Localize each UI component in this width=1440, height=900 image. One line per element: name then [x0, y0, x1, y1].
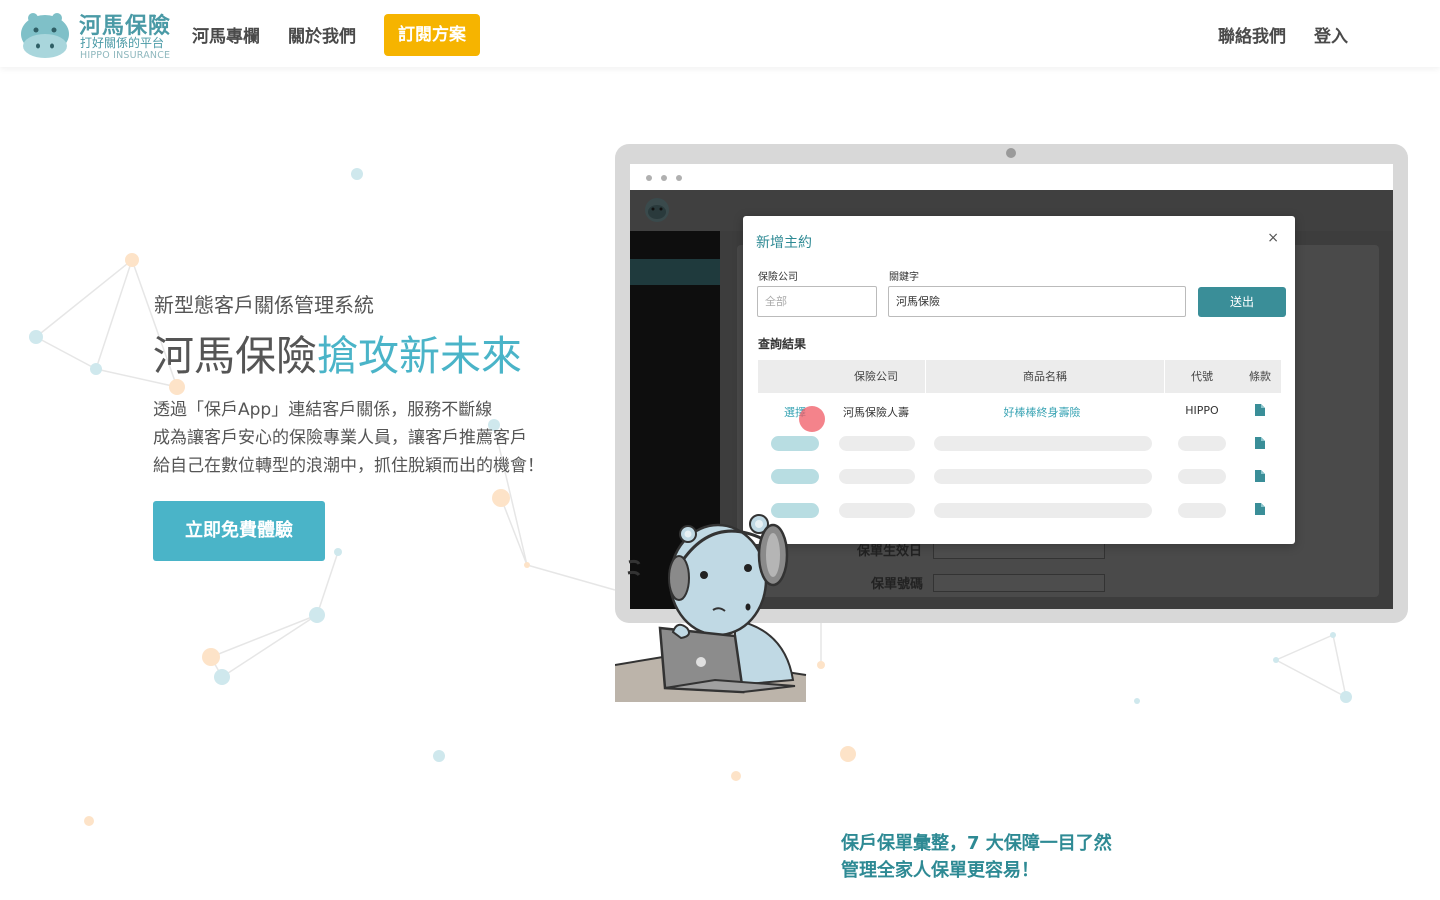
nav-link-about[interactable]: 關於我們	[288, 22, 356, 47]
hero-subtitle: 新型態客戶關係管理系統	[154, 293, 374, 317]
document-icon[interactable]	[1255, 470, 1265, 482]
document-icon[interactable]	[1255, 437, 1265, 449]
bg-form-label: 保單號碼	[871, 577, 924, 592]
click-indicator	[799, 406, 825, 432]
skeleton-cell	[934, 436, 1152, 451]
company-cell: 河馬保險人壽	[843, 406, 909, 419]
hero-description: 透過「保戶App」連結客戶關係，服務不斷線 成為讓客戶安心的保險專業人員，讓客戶…	[153, 396, 544, 480]
window-dot-icon	[646, 175, 652, 181]
submit-button[interactable]: 送出	[1198, 287, 1286, 317]
skeleton-cell	[839, 436, 915, 451]
column-header: 條款	[1249, 370, 1271, 383]
skeleton-cell	[1178, 469, 1226, 484]
keyword-label: 關鍵字	[889, 272, 919, 283]
feature-line: 保戶保單彙整，7 大保障一目了然	[841, 833, 1112, 854]
app-avatar-icon	[645, 198, 669, 222]
app-sidebar-active-item	[630, 259, 720, 285]
hero-title-highlight: 搶攻新未來	[317, 332, 522, 380]
nav-link-login[interactable]: 登入	[1314, 22, 1348, 47]
column-header: 商品名稱	[1023, 370, 1067, 383]
column-header: 保險公司	[854, 370, 898, 383]
company-label: 保險公司	[758, 272, 798, 283]
code-cell: HIPPO	[1185, 404, 1219, 417]
feature-line: 管理全家人保單更容易！	[841, 860, 1039, 881]
brand-english-name: HIPPO INSURANCE	[80, 50, 171, 61]
hero-title-plain: 河馬保險	[153, 332, 317, 380]
modal-title: 新增主約	[756, 235, 812, 251]
document-icon[interactable]	[1255, 404, 1265, 416]
window-dot-icon	[676, 175, 682, 181]
skeleton-cell	[839, 469, 915, 484]
document-icon[interactable]	[1255, 503, 1265, 515]
hero-title: 河馬保險搶攻新未來	[153, 322, 522, 382]
skeleton-cell	[839, 503, 915, 518]
hero-description-line: 透過「保戶App」連結客戶關係，服務不斷線	[153, 400, 493, 420]
free-trial-button[interactable]: 立即免費體驗	[153, 501, 325, 561]
browser-bar	[630, 164, 1393, 190]
hippo-logo-icon	[21, 13, 69, 58]
close-icon[interactable]: ×	[1267, 230, 1279, 246]
column-header: 代號	[1191, 370, 1213, 383]
skeleton-cell	[771, 436, 819, 451]
nav-link-contact[interactable]: 聯絡我們	[1218, 22, 1286, 47]
keyword-input[interactable]: 河馬保險	[888, 286, 1186, 317]
hero-description-line: 成為讓客戶安心的保險專業人員，讓客戶推薦客戶	[153, 428, 527, 448]
hero-description-line: 給自己在數位轉型的浪潮中，抓住脫穎而出的機會！	[153, 456, 544, 476]
skeleton-cell	[1178, 436, 1226, 451]
nav-link-column[interactable]: 河馬專欄	[192, 22, 260, 47]
feature-highlight-text: 保戶保單彙整，7 大保障一目了然 管理全家人保單更容易！	[841, 830, 1112, 884]
results-title: 查詢結果	[758, 337, 807, 351]
company-select[interactable]: 全部	[757, 286, 877, 317]
skeleton-cell	[771, 469, 819, 484]
camera-dot	[1006, 148, 1016, 158]
nav-subscribe-button[interactable]: 訂閱方案	[384, 14, 480, 56]
window-dot-icon	[661, 175, 667, 181]
skeleton-cell	[1178, 503, 1226, 518]
hippo-mascot-illustration	[615, 514, 807, 702]
bg-policy-field	[933, 574, 1105, 592]
skeleton-cell	[934, 503, 1152, 518]
add-contract-modal: 新增主約 × 保險公司 全部 關鍵字 河馬保險 送出 查詢結果 保險公司 商品名…	[743, 216, 1295, 544]
brand-logo[interactable]: 河馬保險 打好關係的平台 HIPPO INSURANCE	[18, 6, 178, 64]
top-navbar: 河馬保險 打好關係的平台 HIPPO INSURANCE 河馬專欄 關於我們 訂…	[0, 0, 1440, 67]
brand-tagline: 打好關係的平台	[80, 36, 165, 50]
product-link[interactable]: 好棒棒終身壽險	[926, 404, 1158, 420]
skeleton-cell	[934, 469, 1152, 484]
results-table-header: 保險公司 商品名稱 代號 條款	[758, 360, 1281, 393]
